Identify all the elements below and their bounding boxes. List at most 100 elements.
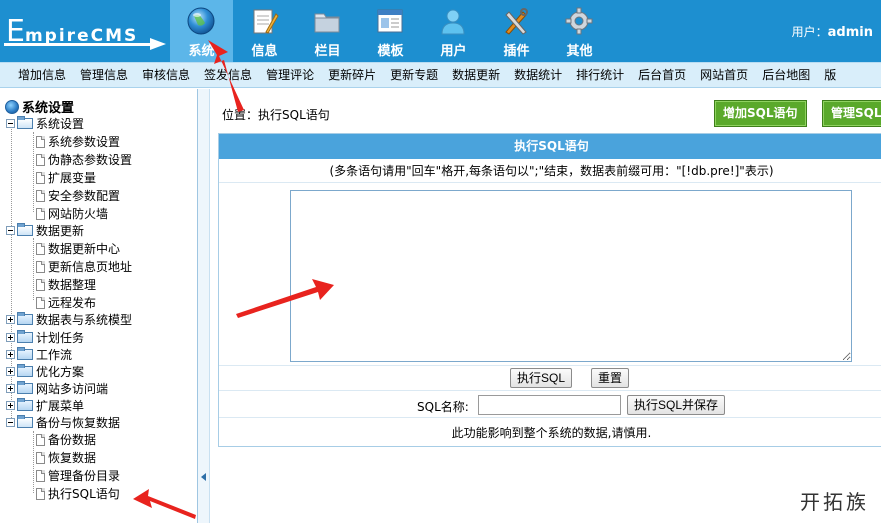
tree-item[interactable]: 网站防火墙 [36, 205, 108, 222]
execute-save-button[interactable]: 执行SQL并保存 [627, 395, 726, 415]
expand-icon[interactable] [6, 367, 15, 376]
topnav-system-label: 系统 [188, 44, 215, 59]
tree-item[interactable]: 恢复数据 [36, 449, 96, 466]
window-icon [377, 9, 403, 33]
action-row: 执行SQL 重置 [219, 365, 881, 391]
tree-group-label: 计划任务 [36, 331, 85, 345]
expand-icon[interactable] [6, 401, 15, 410]
user-label: 用户： [791, 25, 828, 39]
subnav-item[interactable]: 签发信息 [197, 63, 259, 87]
tree-group-data-update[interactable]: 数据更新 [6, 222, 84, 239]
tree-item-label: 数据更新中心 [48, 242, 121, 256]
collapse-icon[interactable] [6, 119, 15, 128]
tools-icon [505, 8, 528, 35]
tree-group-label: 网站多访问端 [36, 382, 109, 396]
tree-group-label: 优化方案 [36, 365, 85, 379]
tree-item-label: 管理备份目录 [48, 469, 121, 483]
topnav-user-label: 用户 [440, 44, 467, 59]
expand-icon[interactable] [6, 350, 15, 359]
subnav-item[interactable]: 审核信息 [135, 63, 197, 87]
subnav-item[interactable]: 网站首页 [693, 63, 755, 87]
collapse-icon[interactable] [6, 226, 15, 235]
topnav-other-label: 其他 [566, 44, 593, 59]
tree-item[interactable]: 远程发布 [36, 294, 96, 311]
tree-group-label: 数据更新 [36, 224, 85, 238]
tree-item[interactable]: 数据更新中心 [36, 240, 120, 257]
tree-item-label: 网站防火墙 [48, 207, 109, 221]
topnav-info-label: 信息 [251, 44, 278, 59]
topnav-other[interactable]: 其他 [548, 0, 611, 62]
collapse-icon[interactable] [6, 418, 15, 427]
topnav-column-label: 栏目 [314, 44, 341, 59]
tree-group-workflow[interactable]: 工作流 [6, 346, 72, 363]
top-nav: 系统 信息 栏目 模板 用户 插件 其他 [170, 0, 611, 62]
topnav-template[interactable]: 模板 [359, 0, 422, 62]
tree-item[interactable]: 管理备份目录 [36, 467, 120, 484]
topnav-plugin[interactable]: 插件 [485, 0, 548, 62]
subnav-item[interactable]: 排行统计 [569, 63, 631, 87]
subnav-item[interactable]: 后台地图 [755, 63, 817, 87]
tree-group-multi-access[interactable]: 网站多访问端 [6, 380, 108, 397]
expand-icon[interactable] [6, 315, 15, 324]
topnav-system[interactable]: 系统 [170, 0, 233, 62]
document-icon [36, 242, 45, 255]
document-icon [36, 469, 45, 482]
subnav-item[interactable]: 数据更新 [445, 63, 507, 87]
sql-name-label: SQL名称: [417, 400, 469, 414]
subnav-item[interactable]: 后台首页 [631, 63, 693, 87]
globe-icon [187, 7, 215, 35]
subnav-item[interactable]: 管理信息 [73, 63, 135, 87]
tree-item[interactable]: 系统参数设置 [36, 133, 120, 150]
topnav-user[interactable]: 用户 [422, 0, 485, 62]
folder-icon [17, 398, 33, 411]
reset-button[interactable]: 重置 [591, 368, 630, 388]
tree-item[interactable]: 数据整理 [36, 276, 96, 293]
folder-open-icon [17, 116, 33, 129]
topnav-plugin-label: 插件 [503, 44, 530, 59]
notepad-icon [253, 9, 279, 34]
subnav-item[interactable]: 版 [817, 63, 843, 87]
execute-sql-button[interactable]: 执行SQL [510, 368, 573, 388]
add-sql-button[interactable]: 增加SQL语句 [714, 100, 807, 127]
subnav-item[interactable]: 更新碎片 [321, 63, 383, 87]
folder-icon [17, 364, 33, 377]
document-icon [36, 296, 45, 309]
tree-item-label: 执行SQL语句 [48, 487, 120, 501]
document-icon [36, 135, 45, 148]
tree-item[interactable]: 扩展变量 [36, 169, 96, 186]
user-icon [441, 9, 465, 35]
document-icon [36, 278, 45, 291]
sidebar-collapse-bar[interactable] [198, 89, 210, 523]
breadcrumb-current[interactable]: 执行SQL语句 [258, 108, 330, 122]
tree-item[interactable]: 更新信息页地址 [36, 258, 132, 275]
empirecms-logo: EmpireCMS [4, 8, 170, 54]
tree-group-system-settings[interactable]: 系统设置 [6, 115, 84, 132]
tree-item-label: 伪静态参数设置 [48, 153, 133, 167]
subnav-item[interactable]: 增加信息 [11, 63, 73, 87]
tree-group-optimization[interactable]: 优化方案 [6, 363, 84, 380]
subnav-item[interactable]: 数据统计 [507, 63, 569, 87]
manage-sql-button[interactable]: 管理SQL [822, 100, 881, 127]
topnav-column[interactable]: 栏目 [296, 0, 359, 62]
folder-icon [17, 347, 33, 360]
tree-item-label: 恢复数据 [48, 451, 97, 465]
expand-icon[interactable] [6, 384, 15, 393]
tree-group-backup-restore[interactable]: 备份与恢复数据 [6, 414, 120, 431]
folder-icon [17, 312, 33, 325]
subnav-item[interactable]: 更新专题 [383, 63, 445, 87]
expand-icon[interactable] [6, 333, 15, 342]
topnav-info[interactable]: 信息 [233, 0, 296, 62]
tree-item-label: 扩展变量 [48, 171, 97, 185]
tree-group-data-tables[interactable]: 数据表与系统模型 [6, 311, 132, 328]
subnav-item[interactable]: 管理评论 [259, 63, 321, 87]
tree-group-extend-menu[interactable]: 扩展菜单 [6, 397, 84, 414]
tree-item[interactable]: 安全参数配置 [36, 187, 120, 204]
tree-group-scheduled-tasks[interactable]: 计划任务 [6, 329, 84, 346]
tree-item[interactable]: 备份数据 [36, 431, 96, 448]
username[interactable]: admin [828, 25, 873, 40]
sql-textarea[interactable] [290, 190, 852, 362]
sql-name-input[interactable] [478, 395, 621, 415]
tree-item-execute-sql[interactable]: 执行SQL语句 [36, 485, 120, 502]
tree-item[interactable]: 伪静态参数设置 [36, 151, 132, 168]
collapse-left-icon[interactable] [201, 473, 206, 481]
